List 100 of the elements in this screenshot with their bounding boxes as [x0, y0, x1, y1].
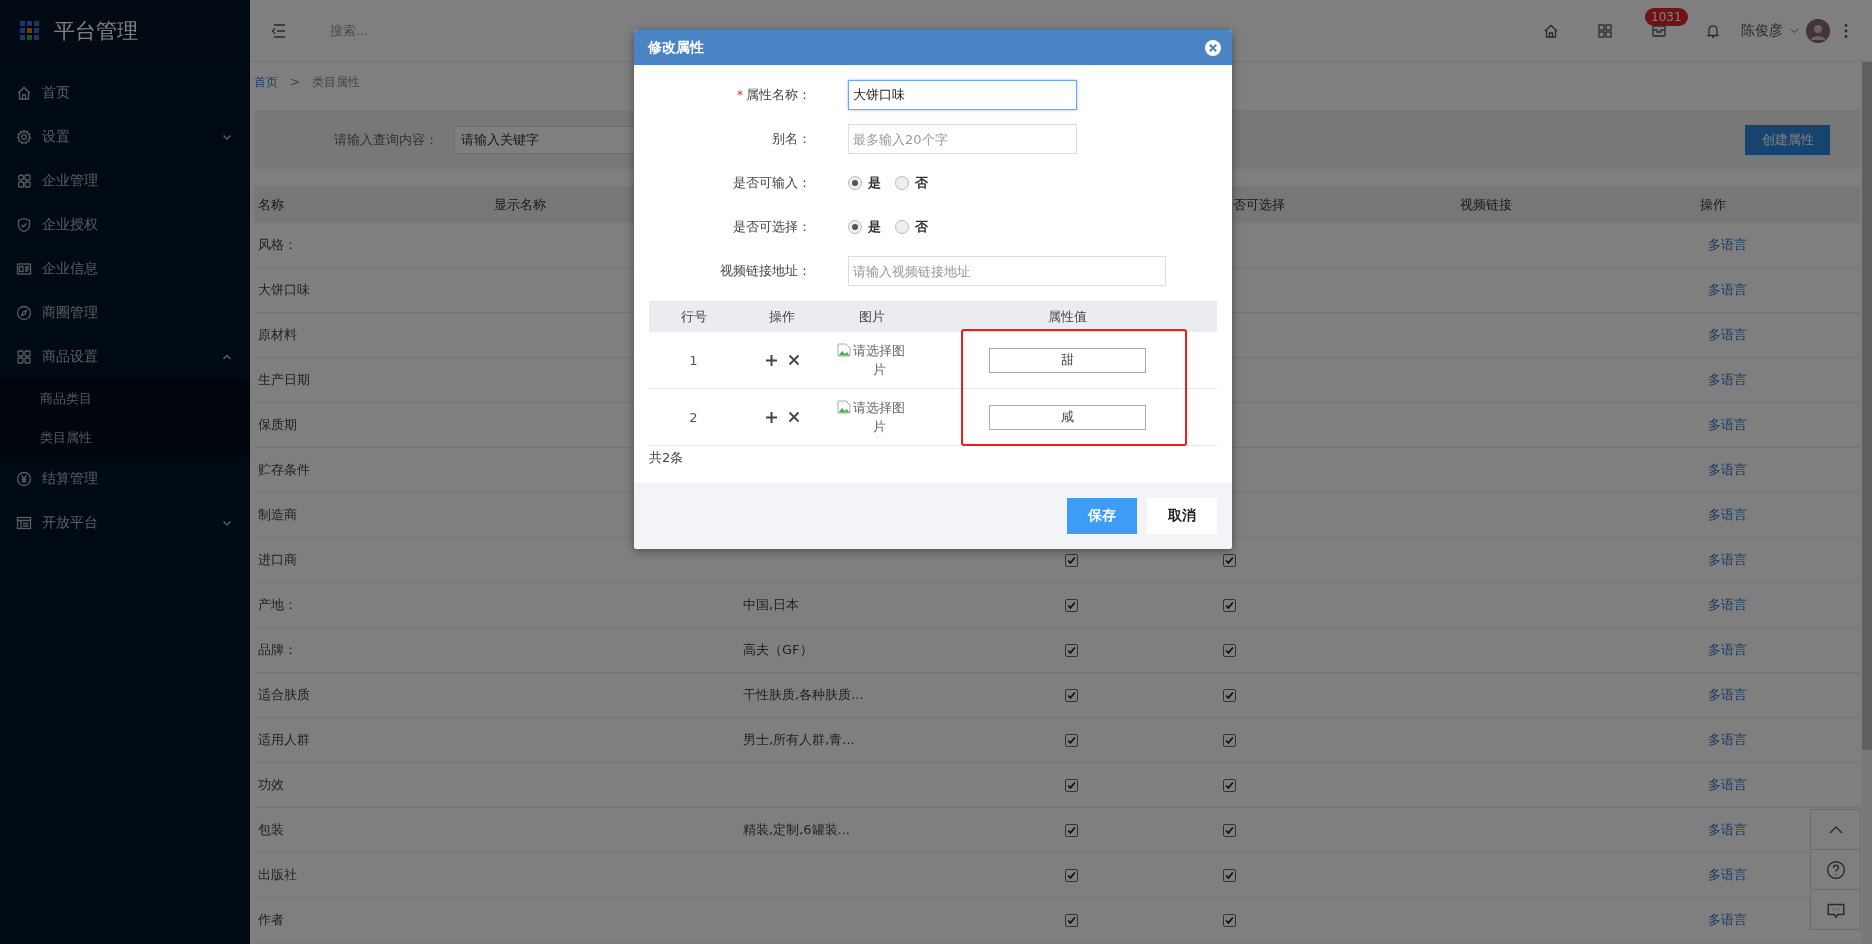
table-cell: 适合肤质: [254, 673, 490, 718]
image-placeholder-text[interactable]: 请选择图片: [851, 341, 907, 379]
image-placeholder-text[interactable]: 请选择图片: [851, 398, 907, 436]
radio-button[interactable]: [895, 220, 909, 234]
menu-item[interactable]: 企业管理: [0, 159, 250, 203]
text-field[interactable]: 大饼口味: [848, 80, 1077, 110]
value-field[interactable]: 咸: [989, 404, 1146, 430]
submenu-item[interactable]: 商品类目: [0, 379, 250, 418]
save-button[interactable]: 保存: [1067, 498, 1137, 534]
delete-row-button[interactable]: [787, 411, 800, 423]
feedback-button[interactable]: [1810, 889, 1861, 930]
table-cell: 男士,所有人群,青...: [743, 731, 855, 749]
avatar[interactable]: [1806, 18, 1830, 43]
add-row-button[interactable]: [764, 410, 778, 424]
multilanguage-link[interactable]: 多语言: [1700, 641, 1747, 659]
checkbox[interactable]: [1065, 778, 1078, 792]
menu-item[interactable]: 开放平台: [0, 501, 250, 545]
cross-icon: [787, 411, 800, 423]
radio-option[interactable]: 是: [848, 174, 881, 192]
multilanguage-link[interactable]: 多语言: [1700, 776, 1747, 794]
radio-option[interactable]: 否: [895, 174, 928, 192]
multilanguage-link[interactable]: 多语言: [1700, 551, 1747, 569]
menu-item[interactable]: 企业信息: [0, 247, 250, 291]
checkbox[interactable]: [1065, 643, 1078, 657]
multilanguage-link[interactable]: 多语言: [1700, 236, 1747, 254]
checkbox[interactable]: [1223, 913, 1236, 927]
multilanguage-link[interactable]: 多语言: [1700, 326, 1747, 344]
multilanguage-link[interactable]: 多语言: [1700, 821, 1747, 839]
checkbox[interactable]: [1065, 868, 1078, 882]
checkbox[interactable]: [1065, 733, 1078, 747]
table-cell: 功效: [254, 763, 490, 808]
grid-icon: [16, 349, 32, 365]
menu-item[interactable]: 商圈管理: [0, 291, 250, 335]
multilanguage-link[interactable]: 多语言: [1700, 416, 1747, 434]
help-button[interactable]: [1810, 849, 1861, 890]
home-icon: [16, 85, 32, 101]
radio-button[interactable]: [848, 176, 862, 190]
menu-item[interactable]: 结算管理: [0, 457, 250, 501]
multilanguage-link[interactable]: 多语言: [1700, 596, 1747, 614]
scrollbar[interactable]: [1862, 62, 1872, 944]
table-cell: 适用人群: [254, 718, 490, 763]
checkbox[interactable]: [1065, 913, 1078, 927]
radio-button[interactable]: [848, 220, 862, 234]
breadcrumb-link[interactable]: 首页: [254, 73, 278, 91]
checkbox[interactable]: [1223, 598, 1236, 612]
total-count: 共2条: [649, 449, 684, 467]
plus-icon: [764, 353, 778, 367]
multilanguage-link[interactable]: 多语言: [1700, 506, 1747, 524]
grid-icon: [1597, 22, 1613, 39]
dialog-title: 修改属性: [648, 38, 704, 57]
scrollbar-thumb[interactable]: [1862, 62, 1872, 750]
text-field[interactable]: 最多输入20个字: [848, 124, 1077, 154]
menu-item[interactable]: 商品设置: [0, 335, 250, 379]
radio-option[interactable]: 是: [848, 218, 881, 236]
multilanguage-link[interactable]: 多语言: [1700, 371, 1747, 389]
multilanguage-link[interactable]: 多语言: [1700, 686, 1747, 704]
delete-row-button[interactable]: [787, 354, 800, 366]
close-icon[interactable]: [1204, 38, 1222, 57]
checkbox[interactable]: [1223, 733, 1236, 747]
broken-image-icon: [837, 343, 851, 357]
table-cell: 高夫（GF）: [743, 641, 813, 659]
menu-item[interactable]: 设置: [0, 115, 250, 159]
multilanguage-link[interactable]: 多语言: [1700, 731, 1747, 749]
multilanguage-link[interactable]: 多语言: [1700, 461, 1747, 479]
add-row-button[interactable]: [764, 353, 778, 367]
table-cell: 保质期: [254, 403, 490, 448]
checkbox[interactable]: [1223, 778, 1236, 792]
user-name[interactable]: 陈俊彦: [1741, 21, 1783, 40]
checkbox[interactable]: [1065, 823, 1078, 837]
home-icon: [1543, 22, 1559, 39]
submenu-item[interactable]: 类目属性: [0, 418, 250, 457]
blocks-icon: [16, 173, 32, 189]
checkbox[interactable]: [1065, 553, 1078, 567]
checkbox[interactable]: [1223, 823, 1236, 837]
table-cell: 进口商: [254, 538, 490, 583]
radio-button[interactable]: [895, 176, 909, 190]
checkbox[interactable]: [1065, 598, 1078, 612]
menu-item[interactable]: 首页: [0, 71, 250, 115]
field-label: 别名：: [772, 130, 811, 148]
checkbox[interactable]: [1223, 868, 1236, 882]
multilanguage-link[interactable]: 多语言: [1700, 281, 1747, 299]
help-icon: [1825, 859, 1846, 880]
radio-option[interactable]: 否: [895, 218, 928, 236]
multilanguage-link[interactable]: 多语言: [1700, 866, 1747, 884]
menu-item[interactable]: 企业授权: [0, 203, 250, 247]
value-field[interactable]: 甜: [989, 347, 1146, 373]
table-cell: 精装,定制,6罐装...: [743, 821, 850, 839]
checkbox[interactable]: [1223, 643, 1236, 657]
table-cell: 干性肤质,各种肤质...: [743, 686, 864, 704]
text-field[interactable]: 请输入视频链接地址: [848, 256, 1166, 286]
row-number: 1: [689, 352, 698, 368]
multilanguage-link[interactable]: 多语言: [1700, 911, 1747, 929]
checkbox[interactable]: [1223, 553, 1236, 567]
checkbox[interactable]: [1223, 688, 1236, 702]
logo-icon: [20, 21, 40, 41]
checkbox[interactable]: [1065, 688, 1078, 702]
create-button[interactable]: 创建属性: [1745, 124, 1830, 155]
more-icon[interactable]: [1844, 22, 1848, 39]
table-cell: 中国,日本: [743, 596, 800, 614]
cancel-button[interactable]: 取消: [1147, 498, 1217, 534]
